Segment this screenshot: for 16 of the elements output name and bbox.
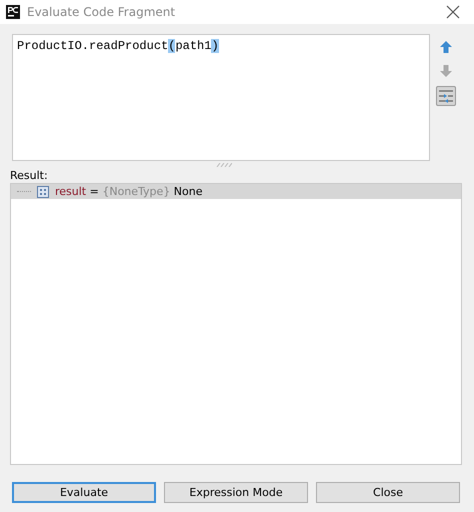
tree-row[interactable]: result = {NoneType} None: [11, 184, 461, 199]
window-title: Evaluate Code Fragment: [27, 5, 176, 19]
dialog-button[interactable]: Evaluate: [12, 482, 156, 503]
options-toggle-icon[interactable]: [436, 86, 456, 106]
close-icon[interactable]: [446, 5, 460, 19]
up-arrow-icon[interactable]: [439, 40, 453, 54]
code-editor[interactable]: ProductIO.readProduct(path1): [12, 34, 430, 161]
variable-icon: [37, 186, 49, 198]
app-logo-icon: [6, 5, 20, 19]
dialog-button[interactable]: Expression Mode: [164, 482, 308, 503]
result-label: Result:: [10, 169, 48, 183]
splitter-handle-icon[interactable]: [216, 163, 232, 167]
result-value-text: result = {NoneType} None: [55, 185, 203, 198]
tree-connector-line: [17, 191, 31, 192]
code-line: ProductIO.readProduct(path1): [17, 39, 220, 53]
dialog-button[interactable]: Close: [316, 482, 460, 503]
